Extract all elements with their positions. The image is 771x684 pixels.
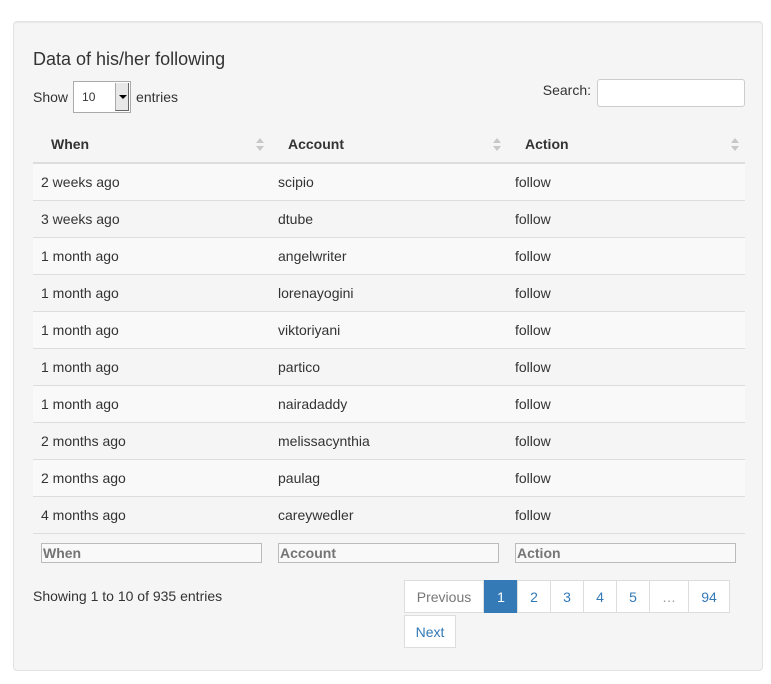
cell-action: follow	[507, 385, 745, 423]
cell-when: 1 month ago	[33, 311, 270, 349]
table-row: 3 weeks ago dtube follow	[33, 200, 745, 238]
column-header-label: Account	[288, 136, 344, 152]
table-info: Showing 1 to 10 of 935 entries	[33, 588, 223, 604]
entries-select[interactable]: 10	[73, 81, 132, 113]
previous-button[interactable]: Previous	[404, 580, 484, 613]
cell-action: follow	[507, 496, 745, 534]
sort-icon	[493, 138, 501, 152]
table-row: 2 months ago paulag follow	[33, 459, 745, 497]
cell-when: 2 months ago	[33, 459, 270, 497]
column-header-action[interactable]: Action	[507, 126, 745, 164]
search-label: Search:	[542, 82, 591, 98]
pagination-ellipsis: …	[649, 580, 689, 613]
table-row: 1 month ago angelwriter follow	[33, 237, 745, 275]
cell-action: follow	[507, 459, 745, 497]
cell-when: 4 months ago	[33, 496, 270, 534]
cell-account: paulag	[270, 459, 507, 497]
cell-account: angelwriter	[270, 237, 507, 275]
cell-account: viktoriyani	[270, 311, 507, 349]
cell-action: follow	[507, 200, 745, 238]
table-row: 2 weeks ago scipio follow	[33, 162, 745, 201]
search-input[interactable]	[597, 79, 745, 107]
cell-when: 1 month ago	[33, 348, 270, 386]
filter-row	[33, 533, 745, 572]
page-button-1[interactable]: 1	[484, 580, 518, 613]
cell-action: follow	[507, 237, 745, 275]
table-row: 1 month ago viktoriyani follow	[33, 311, 745, 349]
cell-account: melissacynthia	[270, 422, 507, 460]
cell-when: 1 month ago	[33, 274, 270, 312]
chevron-down-icon[interactable]	[115, 83, 130, 111]
search-control: Search:	[543, 79, 745, 107]
entries-select-value: 10	[82, 90, 96, 104]
cell-action: follow	[507, 274, 745, 312]
sort-icon	[731, 138, 739, 152]
cell-when: 3 weeks ago	[33, 200, 270, 238]
page-button-4[interactable]: 4	[583, 580, 617, 613]
section-title: Data of his/her following	[33, 49, 226, 69]
column-header-account[interactable]: Account	[270, 126, 507, 164]
show-label: Show	[33, 89, 69, 105]
table-header-row: When Account Action	[33, 126, 745, 164]
cell-when: 2 months ago	[33, 422, 270, 460]
page-button-3[interactable]: 3	[550, 580, 584, 613]
column-header-label: When	[51, 136, 90, 152]
length-control: Show 10 entries	[33, 80, 178, 114]
page-button-94[interactable]: 94	[688, 580, 730, 613]
cell-when: 2 weeks ago	[33, 162, 270, 201]
next-button[interactable]: Next	[404, 615, 456, 648]
cell-action: follow	[507, 422, 745, 460]
table-row: 2 months ago melissacynthia follow	[33, 422, 745, 460]
cell-action: follow	[507, 162, 745, 201]
entries-label: entries	[136, 89, 179, 105]
cell-account: careywedler	[270, 496, 507, 534]
cell-when: 1 month ago	[33, 237, 270, 275]
column-header-label: Action	[525, 136, 569, 152]
following-table: When Account Action 2 weeks ago scipio f…	[33, 126, 745, 572]
filter-action-input[interactable]	[515, 543, 736, 563]
cell-account: dtube	[270, 200, 507, 238]
page-button-2[interactable]: 2	[517, 580, 551, 613]
cell-action: follow	[507, 348, 745, 386]
table-row: 1 month ago lorenayogini follow	[33, 274, 745, 312]
filter-account-input[interactable]	[278, 543, 499, 563]
cell-when: 1 month ago	[33, 385, 270, 423]
cell-account: scipio	[270, 162, 507, 201]
table-row: 1 month ago nairadaddy follow	[33, 385, 745, 423]
cell-account: partico	[270, 348, 507, 386]
table-row: 1 month ago partico follow	[33, 348, 745, 386]
page-button-5[interactable]: 5	[616, 580, 650, 613]
sort-icon	[256, 138, 264, 152]
cell-action: follow	[507, 311, 745, 349]
cell-account: nairadaddy	[270, 385, 507, 423]
filter-when-input[interactable]	[41, 543, 262, 563]
column-header-when[interactable]: When	[33, 126, 270, 164]
table-row: 4 months ago careywedler follow	[33, 496, 745, 534]
cell-account: lorenayogini	[270, 274, 507, 312]
